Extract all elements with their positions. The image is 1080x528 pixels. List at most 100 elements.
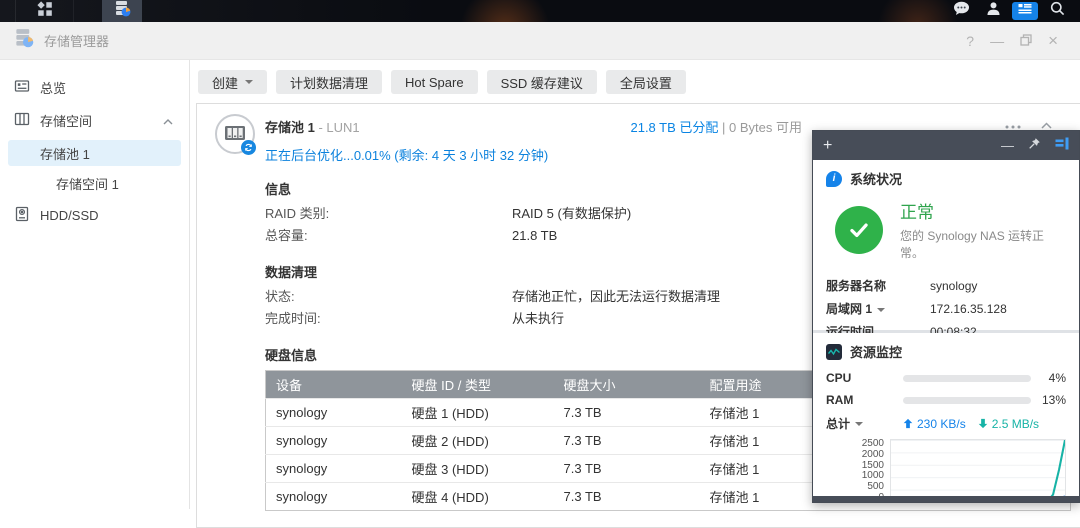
taskbar bbox=[0, 0, 1080, 22]
health-message: 您的 Synology NAS 运转正常。 bbox=[900, 227, 1066, 261]
field-value: 21.8 TB bbox=[512, 225, 557, 247]
chart-plot-area bbox=[890, 439, 1066, 496]
cell-device: synology bbox=[266, 427, 402, 455]
field-value: 从未执行 bbox=[512, 308, 564, 330]
minimize-button[interactable]: — bbox=[990, 34, 1004, 48]
main-menu-icon bbox=[37, 1, 53, 22]
column-header[interactable]: 硬盘 ID / 类型 bbox=[402, 371, 554, 399]
storage-manager-icon bbox=[114, 0, 131, 22]
ram-percent: 13% bbox=[1042, 393, 1066, 407]
storage-manager-task-button[interactable] bbox=[102, 0, 142, 22]
sidebar-item-label: HDD/SSD bbox=[40, 208, 99, 223]
global-settings-button[interactable]: 全局设置 bbox=[606, 70, 686, 94]
panel-toggle-icon[interactable] bbox=[1055, 137, 1069, 155]
total-dropdown[interactable]: 总计 bbox=[826, 415, 903, 432]
network-chart: 2500 2000 1500 1000 500 0 bbox=[813, 439, 1066, 496]
pin-icon[interactable] bbox=[1028, 137, 1041, 155]
cell-device: synology bbox=[266, 483, 402, 511]
cpu-row: CPU 4% bbox=[813, 367, 1079, 389]
sidebar-item-overview[interactable]: 总览 bbox=[8, 74, 181, 100]
widget-panel: + — i 系统状况 bbox=[812, 130, 1080, 503]
add-widget-button[interactable]: + bbox=[823, 137, 832, 155]
hot-spare-button[interactable]: Hot Spare bbox=[391, 70, 478, 94]
column-header[interactable]: 硬盘大小 bbox=[554, 371, 700, 399]
available-value: 0 Bytes 可用 bbox=[729, 120, 802, 135]
y-tick: 500 bbox=[813, 482, 884, 492]
sidebar-item-label: 总览 bbox=[40, 78, 66, 97]
sidebar-item-pool-1[interactable]: 存储池 1 bbox=[8, 140, 181, 166]
help-button[interactable]: ? bbox=[966, 34, 974, 48]
cpu-progress-bar bbox=[903, 375, 1031, 382]
pool-title: 存储池 1 - LUN1 bbox=[265, 117, 548, 136]
cell-disk-id: 硬盘 4 (HDD) bbox=[402, 483, 554, 511]
create-button[interactable]: 创建 bbox=[198, 70, 267, 94]
storage-pool-icon bbox=[215, 114, 255, 154]
search-button[interactable] bbox=[1044, 2, 1070, 20]
cell-disk-id: 硬盘 3 (HDD) bbox=[402, 455, 554, 483]
lan-row: 局域网 1 172.16.35.128 bbox=[813, 298, 1079, 321]
volume-icon bbox=[14, 111, 30, 130]
resource-monitor-widget: 资源监控 CPU 4% RAM 13% 总计 bbox=[813, 333, 1079, 496]
pool-lun-label: - LUN1 bbox=[318, 120, 359, 135]
cpu-percent: 4% bbox=[1049, 371, 1066, 385]
close-button[interactable]: × bbox=[1048, 32, 1058, 49]
chat-icon bbox=[953, 1, 970, 21]
sidebar: 总览 存储空间 存储池 1 存储空间 1 bbox=[0, 60, 190, 509]
field-value: 172.16.35.128 bbox=[930, 302, 1007, 317]
widget-title: 资源监控 bbox=[850, 342, 902, 361]
healthy-check-icon bbox=[835, 206, 883, 254]
pool-optimizing-status: 正在后台优化...0.01% (剩余: 4 天 3 小时 32 分钟) bbox=[265, 145, 548, 164]
chevron-down-icon bbox=[245, 80, 253, 84]
total-label: 总计 bbox=[826, 415, 850, 432]
sidebar-item-label: 存储空间 1 bbox=[56, 174, 119, 193]
widget-title: 系统状况 bbox=[850, 169, 902, 188]
cell-device: synology bbox=[266, 455, 402, 483]
pool-name: 存储池 1 bbox=[265, 120, 315, 135]
sync-icon bbox=[241, 140, 256, 155]
window-titlebar: 存储管理器 ? — × bbox=[0, 22, 1080, 60]
cell-size: 7.3 TB bbox=[554, 399, 700, 427]
cell-size: 7.3 TB bbox=[554, 455, 700, 483]
field-label: 总容量: bbox=[265, 225, 512, 247]
chevron-up-icon[interactable] bbox=[163, 113, 173, 128]
cpu-label: CPU bbox=[826, 371, 903, 385]
allocated-value: 21.8 TB 已分配 bbox=[630, 120, 718, 135]
widgets-button[interactable] bbox=[1012, 2, 1038, 20]
collapse-widgets-button[interactable]: — bbox=[1001, 138, 1014, 153]
y-tick: 2500 bbox=[813, 439, 884, 449]
usage-separator: | bbox=[722, 120, 725, 135]
ssd-cache-advice-button[interactable]: SSD 缓存建议 bbox=[487, 70, 597, 94]
y-tick: 2000 bbox=[813, 450, 884, 460]
sidebar-item-storage[interactable]: 存储空间 bbox=[8, 107, 181, 133]
sidebar-item-volume-1[interactable]: 存储空间 1 bbox=[8, 170, 181, 196]
cell-size: 7.3 TB bbox=[554, 427, 700, 455]
column-header[interactable]: 设备 bbox=[266, 371, 402, 399]
chevron-down-icon bbox=[877, 308, 885, 312]
field-label: RAID 类别: bbox=[265, 203, 512, 225]
ram-label: RAM bbox=[826, 393, 903, 407]
disk-icon bbox=[14, 206, 30, 225]
create-button-label: 创建 bbox=[212, 73, 238, 92]
widgets-icon bbox=[1017, 2, 1033, 20]
toolbar: 创建 计划数据清理 Hot Spare SSD 缓存建议 全局设置 bbox=[190, 60, 1080, 103]
download-speed: 2.5 MB/s bbox=[978, 417, 1039, 431]
chat-button[interactable] bbox=[948, 2, 974, 20]
cell-disk-id: 硬盘 1 (HDD) bbox=[402, 399, 554, 427]
window-title: 存储管理器 bbox=[44, 31, 109, 50]
user-button[interactable] bbox=[980, 2, 1006, 20]
field-value: 存储池正忙，因此无法运行数据清理 bbox=[512, 286, 720, 308]
chevron-down-icon bbox=[855, 422, 863, 426]
ram-row: RAM 13% bbox=[813, 389, 1079, 411]
pool-usage: 21.8 TB 已分配 | 0 Bytes 可用 bbox=[630, 117, 802, 136]
ram-progress-bar bbox=[903, 397, 1031, 404]
field-label: 局域网 1 bbox=[826, 302, 872, 317]
search-icon bbox=[1050, 1, 1065, 21]
lan-dropdown[interactable]: 局域网 1 bbox=[826, 302, 930, 317]
storage-manager-app-icon bbox=[14, 28, 34, 53]
sidebar-item-hdd-ssd[interactable]: HDD/SSD bbox=[8, 202, 181, 228]
maximize-button[interactable] bbox=[1020, 34, 1032, 48]
main-menu-button[interactable] bbox=[16, 0, 74, 22]
y-tick: 1500 bbox=[813, 461, 884, 471]
data-scrubbing-schedule-button[interactable]: 计划数据清理 bbox=[276, 70, 382, 94]
monitor-icon bbox=[826, 344, 842, 360]
